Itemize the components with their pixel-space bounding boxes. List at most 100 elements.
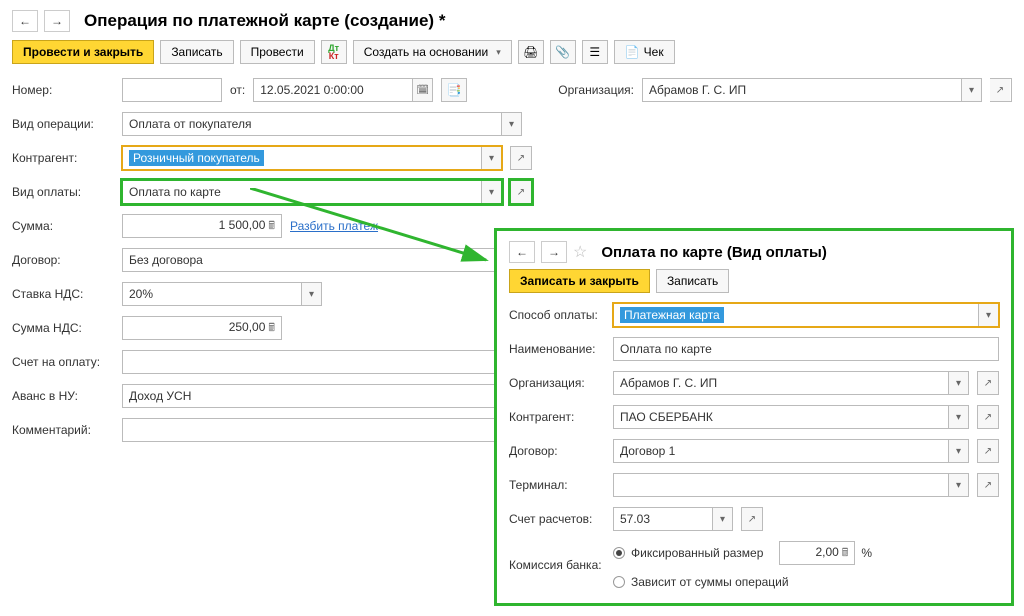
paytype-label: Вид оплаты:	[12, 185, 122, 199]
popup-title: Оплата по карте (Вид оплаты)	[601, 244, 827, 261]
back-button[interactable]: ←	[12, 10, 38, 32]
dropdown-icon[interactable]: ▾	[948, 372, 968, 394]
popout-icon[interactable]: ↗	[990, 79, 1010, 101]
pcontract-popout[interactable]: ↗	[977, 439, 999, 463]
org-popout[interactable]: ↗	[990, 78, 1012, 102]
popup-save-button[interactable]: Записать	[656, 269, 729, 293]
porg-popout[interactable]: ↗	[977, 371, 999, 395]
sum-input[interactable]: 1 500,00🖩	[122, 214, 282, 238]
porg-label: Организация:	[509, 376, 613, 390]
dropdown-icon[interactable]: ▾	[961, 79, 981, 101]
popup-forward-button[interactable]: →	[541, 241, 567, 263]
list-button[interactable]: ☰	[582, 40, 608, 64]
popout-icon[interactable]: ↗	[978, 406, 998, 428]
advance-combo[interactable]: Доход УСН	[122, 384, 522, 408]
vatrate-label: Ставка НДС:	[12, 287, 122, 301]
dtkt-button[interactable]: ДтКт	[321, 40, 347, 64]
org-combo[interactable]: Абрамов Г. С. ИП ▾	[642, 78, 982, 102]
calc-icon[interactable]: 🖩	[268, 322, 275, 334]
check-button[interactable]: 📄Чек	[614, 40, 675, 64]
dropdown-icon[interactable]: ▾	[481, 147, 501, 169]
date-input[interactable]: 12.05.2021 0:00:00 🗓	[253, 78, 433, 102]
main-toolbar: Провести и закрыть Записать Провести ДтК…	[12, 40, 1012, 64]
number-label: Номер:	[12, 83, 122, 97]
pcontract-combo[interactable]: Договор 1 ▾	[613, 439, 969, 463]
account-combo[interactable]: 57.03 ▾	[613, 507, 733, 531]
dropdown-icon[interactable]: ▾	[301, 283, 321, 305]
terminal-combo[interactable]: ▾	[613, 473, 969, 497]
pcp-popout[interactable]: ↗	[977, 405, 999, 429]
commission-depends-radio[interactable]	[613, 576, 625, 588]
commission-fixed-radio[interactable]	[613, 547, 625, 559]
counterparty-popout[interactable]: ↗	[510, 146, 532, 170]
commission-fixed-label: Фиксированный размер	[631, 546, 763, 560]
method-combo[interactable]: Платежная карта ▾	[613, 303, 999, 327]
pcp-label: Контрагент:	[509, 410, 613, 424]
invoice-combo[interactable]	[122, 350, 522, 374]
commission-value-input[interactable]: 2,00🖩	[779, 541, 855, 565]
popout-icon[interactable]: ↗	[511, 147, 531, 169]
post-and-close-button[interactable]: Провести и закрыть	[12, 40, 154, 64]
save-button[interactable]: Записать	[160, 40, 233, 64]
commission-label: Комиссия банка:	[509, 558, 613, 572]
vatrate-combo[interactable]: 20% ▾	[122, 282, 322, 306]
commission-pct: %	[861, 546, 872, 560]
org-label: Организация:	[558, 83, 634, 97]
paytype-combo[interactable]: Оплата по карте ▾	[122, 180, 502, 204]
comment-label: Комментарий:	[12, 423, 122, 437]
dropdown-icon[interactable]: ▾	[978, 304, 998, 326]
create-based-button[interactable]: Создать на основании	[353, 40, 512, 64]
print-button[interactable]: 🖨	[518, 40, 544, 64]
dropdown-icon[interactable]: ▾	[501, 113, 521, 135]
popup-save-close-button[interactable]: Записать и закрыть	[509, 269, 650, 293]
number-input[interactable]	[122, 78, 222, 102]
dropdown-icon[interactable]: ▾	[712, 508, 732, 530]
dropdown-icon[interactable]: ▾	[948, 440, 968, 462]
account-label: Счет расчетов:	[509, 512, 613, 526]
calc-icon[interactable]: 🖩	[268, 220, 275, 232]
commission-depends-label: Зависит от суммы операций	[631, 575, 789, 589]
terminal-label: Терминал:	[509, 478, 613, 492]
popout-icon[interactable]: ↗	[978, 372, 998, 394]
popup-form: Способ оплаты: Платежная карта ▾ Наимено…	[509, 303, 999, 589]
popout-icon[interactable]: ↗	[978, 474, 998, 496]
popup-back-button[interactable]: ←	[509, 241, 535, 263]
contract-combo[interactable]: Без договора	[122, 248, 522, 272]
optype-label: Вид операции:	[12, 117, 122, 131]
terminal-popout[interactable]: ↗	[977, 473, 999, 497]
paytype-popup: ← → ☆ Оплата по карте (Вид оплаты) Запис…	[494, 228, 1014, 606]
invoice-label: Счет на оплату:	[12, 355, 122, 369]
comment-input[interactable]	[122, 418, 522, 442]
method-label: Способ оплаты:	[509, 308, 613, 322]
counterparty-combo[interactable]: Розничный покупатель ▾	[122, 146, 502, 170]
forward-button[interactable]: →	[44, 10, 70, 32]
post-button[interactable]: Провести	[240, 40, 315, 64]
favorite-icon[interactable]: ☆	[573, 242, 587, 262]
main-header: ← → Операция по платежной карте (создани…	[12, 10, 1012, 32]
pcontract-label: Договор:	[509, 444, 613, 458]
contract-label: Договор:	[12, 253, 122, 267]
sum-label: Сумма:	[12, 219, 122, 233]
popout-icon[interactable]: ↗	[511, 181, 531, 203]
porg-combo[interactable]: Абрамов Г. С. ИП ▾	[613, 371, 969, 395]
split-payment-link[interactable]: Разбить платеж	[290, 219, 378, 233]
account-popout[interactable]: ↗	[741, 507, 763, 531]
pcp-combo[interactable]: ПАО СБЕРБАНК ▾	[613, 405, 969, 429]
popout-icon[interactable]: ↗	[978, 440, 998, 462]
attach-button[interactable]: 📎	[550, 40, 576, 64]
dropdown-icon[interactable]: ▾	[481, 181, 501, 203]
optype-combo[interactable]: Оплата от покупателя ▾	[122, 112, 522, 136]
paytype-popout[interactable]: ↗	[510, 180, 532, 204]
popout-icon[interactable]: ↗	[742, 508, 762, 530]
dropdown-icon[interactable]: ▾	[948, 474, 968, 496]
dropdown-icon[interactable]: ▾	[948, 406, 968, 428]
name-input[interactable]	[613, 337, 999, 361]
vatsum-input[interactable]: 250,00🖩	[122, 316, 282, 340]
calc-icon[interactable]: 🖩	[842, 547, 849, 559]
name-label: Наименование:	[509, 342, 613, 356]
vatsum-label: Сумма НДС:	[12, 321, 122, 335]
date-extra-button[interactable]: 📑	[441, 78, 467, 102]
page-title: Операция по платежной карте (создание) *	[84, 11, 445, 31]
counterparty-label: Контрагент:	[12, 151, 122, 165]
calendar-icon[interactable]: 🗓	[412, 79, 432, 101]
